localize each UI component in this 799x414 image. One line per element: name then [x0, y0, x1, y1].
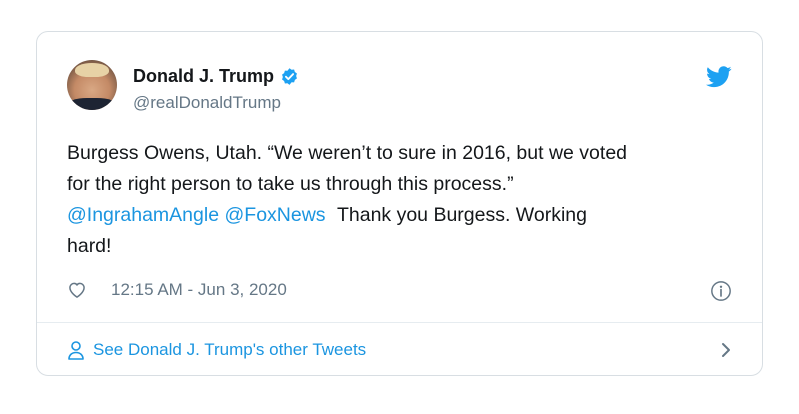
author-display-name[interactable]: Donald J. Trump — [133, 66, 274, 87]
tweet-text-segment: Thank you Burgess. Working — [336, 204, 587, 226]
tweet-text-line: for the right person to take us through … — [67, 173, 514, 195]
heart-icon[interactable] — [67, 280, 87, 300]
mention-link-foxnews[interactable]: @FoxNews — [224, 204, 325, 226]
avatar-hair — [75, 63, 109, 77]
divider — [37, 322, 762, 323]
author-name-row[interactable]: Donald J. Trump — [133, 66, 299, 87]
avatar-suit — [67, 98, 117, 110]
tweet-text-line: @IngrahamAngle @FoxNews Thank you Burges… — [67, 200, 737, 231]
mention-link-ingrahamangle[interactable]: @IngrahamAngle — [67, 204, 219, 226]
author-handle[interactable]: @realDonaldTrump — [133, 93, 281, 113]
tweet-card[interactable]: Donald J. Trump @realDonaldTrump Burgess… — [36, 31, 763, 376]
chevron-right-icon[interactable] — [720, 341, 732, 359]
tweet-timestamp[interactable]: 12:15 AM - Jun 3, 2020 — [111, 280, 287, 300]
avatar[interactable] — [67, 60, 117, 110]
tweet-meta: 12:15 AM - Jun 3, 2020 — [67, 280, 287, 300]
see-other-tweets-label[interactable]: See Donald J. Trump's other Tweets — [93, 340, 366, 360]
verified-badge-icon — [282, 68, 297, 85]
person-icon — [68, 341, 84, 360]
tweet-text-line: hard! — [67, 235, 112, 257]
see-other-tweets-link[interactable]: See Donald J. Trump's other Tweets — [67, 338, 732, 362]
twitter-bird-icon[interactable] — [706, 66, 732, 88]
tweet-text: Burgess Owens, Utah. “We weren’t to sure… — [67, 138, 737, 262]
tweet-text-line: Burgess Owens, Utah. “We weren’t to sure… — [67, 142, 628, 164]
info-icon[interactable] — [710, 280, 732, 302]
